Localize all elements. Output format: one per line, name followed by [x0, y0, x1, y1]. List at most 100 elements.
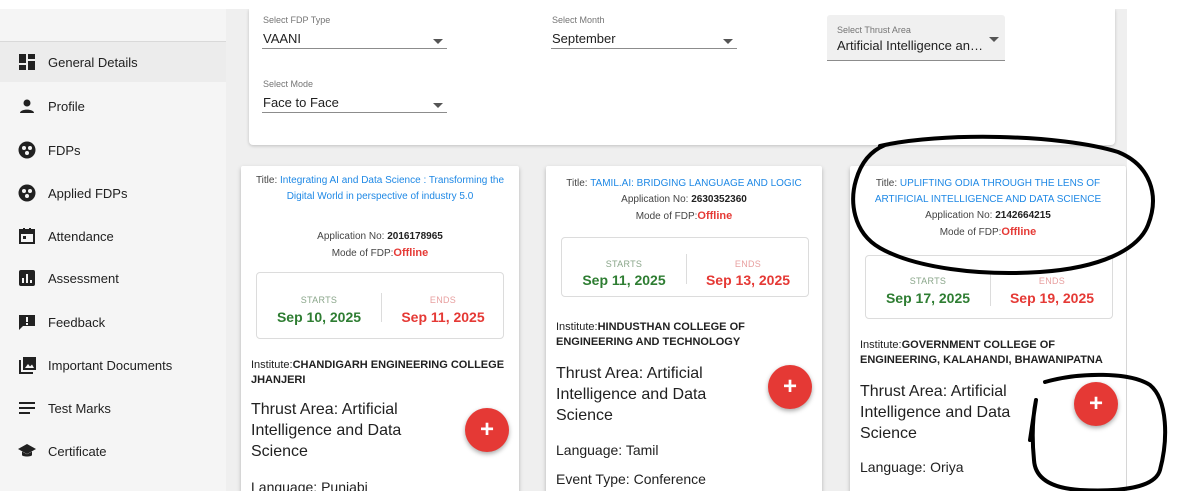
mode-prefix: Mode of FDP: [635, 211, 698, 222]
sidebar-item-assessment[interactable]: Assessment [0, 258, 226, 298]
sidebar-item-general-details[interactable]: General Details [0, 42, 226, 82]
sidebar-item-label: General Details [48, 54, 138, 70]
event-type: Event Type: Conference [556, 471, 706, 487]
application-number: Application No: 2016178965 [249, 229, 511, 245]
sidebar-item-important-documents[interactable]: Important Documents [0, 345, 226, 385]
card-title-link[interactable]: Integrating AI and Data Science : Transf… [280, 175, 504, 202]
ends-label: ENDS [734, 259, 762, 269]
fdp-mode: Mode of FDP:Offline [554, 208, 814, 225]
add-button[interactable]: + [1074, 382, 1118, 426]
language-value: Tamil [625, 442, 659, 458]
fdp-mode: Mode of FDP:Offline [858, 224, 1118, 241]
institute-prefix: Institute: [556, 321, 598, 333]
date-box: STARTS Sep 10, 2025 ENDS Sep 11, 2025 [256, 272, 504, 339]
mode-prefix: Mode of FDP: [939, 227, 1002, 238]
month-select[interactable]: Select Month September [551, 15, 737, 49]
calendar-icon [18, 227, 36, 245]
application-number-value: 2142664215 [995, 210, 1051, 221]
event-type-value: Conference [633, 471, 706, 487]
sidebar-item-feedback[interactable]: Feedback [0, 302, 226, 342]
thrust-area: Thrust Area: Artificial Intelligence and… [860, 381, 1040, 444]
institute: Institute:CHANDIGARH ENGINEERING COLLEGE… [251, 358, 513, 388]
chevron-down-icon [723, 39, 733, 44]
thrust-area-label: Select Thrust Area [837, 25, 911, 35]
group-icon [18, 184, 36, 202]
thrust-prefix: Thrust Area: [860, 383, 951, 400]
title-prefix: Title: [566, 178, 591, 189]
application-prefix: Application No: [925, 210, 996, 221]
language-prefix: Language: [556, 442, 626, 458]
month-label: Select Month [552, 15, 605, 25]
fdp-card: Title: UPLIFTING ODIA THROUGH THE LENS O… [850, 166, 1126, 491]
chevron-down-icon [989, 37, 999, 42]
language-value: Oriya [930, 459, 964, 475]
language-value: Punjabi [321, 479, 368, 491]
starts-label: STARTS [909, 276, 947, 286]
plus-icon: + [782, 373, 797, 400]
add-button[interactable]: + [768, 365, 812, 409]
card-title: Title: TAMIL.AI: BRIDGING LANGUAGE AND L… [554, 176, 814, 192]
sidebar-item-label: Feedback [48, 314, 106, 330]
sidebar-item-attendance[interactable]: Attendance [0, 216, 226, 256]
end-date: Sep 11, 2025 [401, 309, 485, 325]
photo-library-icon [18, 356, 36, 374]
fdp-type-select[interactable]: Select FDP Type VAANI [262, 15, 447, 49]
add-button[interactable]: + [465, 408, 509, 452]
plus-icon: + [1088, 390, 1103, 417]
application-number: Application No: 2142664215 [858, 208, 1118, 224]
bar-chart-icon [18, 269, 36, 287]
mode-select[interactable]: Select Mode Face to Face [262, 79, 447, 113]
person-icon [18, 97, 36, 115]
end-date: Sep 13, 2025 [705, 272, 791, 288]
card-title-link[interactable]: TAMIL.AI: BRIDGING LANGUAGE AND LOGIC [590, 178, 802, 189]
thrust-area-value: Artificial Intelligence an… [837, 38, 983, 53]
sidebar-item-label: Attendance [48, 228, 114, 244]
thrust-area-select[interactable]: Select Thrust Area Artificial Intelligen… [827, 15, 1005, 61]
card-title: Title: UPLIFTING ODIA THROUGH THE LENS O… [858, 176, 1118, 208]
sidebar-item-label: Certificate [48, 443, 107, 459]
list-icon [18, 399, 36, 417]
mode-value: Offline [393, 247, 429, 259]
date-box: STARTS Sep 11, 2025 ENDS Sep 13, 2025 [561, 237, 809, 297]
sidebar-item-label: Profile [48, 98, 85, 114]
start-date: Sep 17, 2025 [885, 290, 971, 306]
language-prefix: Language: [860, 459, 931, 475]
sidebar-item-profile[interactable]: Profile [0, 86, 226, 126]
sidebar-item-label: Important Documents [48, 357, 173, 373]
title-prefix: Title: [255, 175, 281, 186]
right-gutter [1127, 0, 1179, 491]
fdp-type-label: Select FDP Type [263, 15, 331, 25]
ends-label: ENDS [429, 295, 457, 305]
sidebar-item-fdps[interactable]: FDPs [0, 130, 226, 170]
mode-value: Face to Face [263, 95, 339, 110]
thrust-area: Thrust Area: Artificial Intelligence and… [251, 399, 441, 462]
institute: Institute:HINDUSTHAN COLLEGE OF ENGINEER… [556, 320, 816, 350]
start-date: Sep 11, 2025 [582, 272, 666, 288]
fdp-card: Title: TAMIL.AI: BRIDGING LANGUAGE AND L… [546, 166, 822, 491]
sidebar-item-certificate[interactable]: Certificate [0, 431, 226, 471]
card-title: Title: Integrating AI and Data Science :… [249, 173, 511, 205]
dashboard-icon [18, 53, 36, 71]
title-prefix: Title: [875, 178, 900, 189]
end-date: Sep 19, 2025 [1009, 290, 1095, 306]
card-title-link[interactable]: UPLIFTING ODIA THROUGH THE LENS OF ARTIF… [875, 178, 1101, 205]
institute-prefix: Institute: [251, 359, 293, 371]
sidebar-item-test-marks[interactable]: Test Marks [0, 388, 226, 428]
sidebar-item-label: Assessment [48, 270, 119, 286]
application-number-value: 2016178965 [387, 231, 443, 242]
mode-label: Select Mode [263, 79, 314, 89]
starts-label: STARTS [300, 295, 338, 305]
application-number: Application No: 2630352360 [554, 192, 814, 208]
language: Language: Tamil [556, 442, 659, 458]
thrust-prefix: Thrust Area: [251, 401, 342, 418]
graduation-cap-icon [18, 442, 36, 460]
filter-panel: Select FDP Type VAANI Select Month Septe… [249, 9, 1115, 145]
application-prefix: Application No: [317, 231, 388, 242]
language: Language: Punjabi [251, 479, 368, 491]
sidebar-item-label: Applied FDPs [48, 185, 128, 201]
sidebar-item-applied-fdps[interactable]: Applied FDPs [0, 173, 226, 213]
fdp-type-value: VAANI [263, 31, 302, 46]
chevron-down-icon [433, 103, 443, 108]
chevron-down-icon [433, 39, 443, 44]
sidebar: General Details Profile FDPs Applied FDP… [0, 9, 226, 491]
